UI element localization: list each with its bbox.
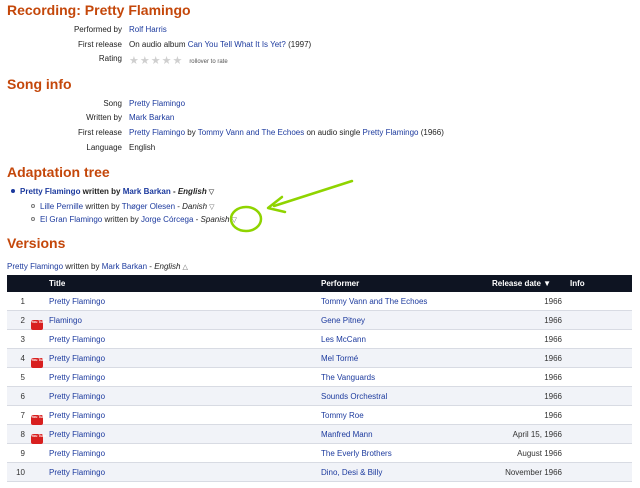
table-row: 1 Pretty Flamingo Tommy Vann and The Echoe… bbox=[7, 292, 632, 311]
version-title-link[interactable]: Pretty Flamingo bbox=[49, 392, 105, 401]
version-title-link[interactable]: Pretty Flamingo bbox=[49, 430, 105, 439]
versions-heading: Versions bbox=[7, 235, 66, 251]
filter-title[interactable]: Pretty Flamingo bbox=[7, 262, 63, 271]
version-performer-link[interactable]: Les McCann bbox=[321, 335, 366, 344]
version-performer-link[interactable]: Gene Pitney bbox=[321, 316, 365, 325]
column-title[interactable]: Title bbox=[49, 279, 65, 288]
youtube-icon[interactable]: You Tube bbox=[31, 315, 46, 330]
row-number: 2 bbox=[20, 316, 25, 325]
table-row: 3 Pretty Flamingo Les McCann 1966 bbox=[7, 330, 632, 349]
version-release-date: 1966 bbox=[544, 354, 562, 363]
row-number: 4 bbox=[20, 354, 25, 363]
version-release-date: August 1966 bbox=[517, 449, 562, 458]
version-performer-link[interactable]: Sounds Orchestral bbox=[321, 392, 387, 401]
version-performer-link[interactable]: Manfred Mann bbox=[321, 430, 373, 439]
version-release-date: 1966 bbox=[544, 411, 562, 420]
row-number: 6 bbox=[20, 392, 25, 401]
version-release-date: 1966 bbox=[544, 392, 562, 401]
version-performer-link[interactable]: The Vanguards bbox=[321, 373, 375, 382]
row-number: 3 bbox=[20, 335, 25, 344]
sort-down-icon: ▼ bbox=[543, 279, 552, 288]
row-number: 9 bbox=[20, 449, 25, 458]
version-performer-link[interactable]: The Everly Brothers bbox=[321, 449, 392, 458]
filter-lang: English bbox=[154, 262, 181, 271]
table-row: 8 You Tube Pretty Flamingo Manfred Mann Apri… bbox=[7, 425, 632, 444]
version-release-date: 1966 bbox=[544, 297, 562, 306]
version-release-date: November 1966 bbox=[505, 468, 562, 477]
row-number: 1 bbox=[20, 297, 25, 306]
table-body: 1 Pretty Flamingo Tommy Vann and The Echoe… bbox=[7, 292, 632, 488]
row-number: 5 bbox=[20, 373, 25, 382]
table-row: 6 Pretty Flamingo Sounds Orchestral 1966 bbox=[7, 387, 632, 406]
version-release-date: April 15, 1966 bbox=[512, 430, 562, 439]
version-performer-link[interactable]: Mel Tormé bbox=[321, 354, 358, 363]
version-title-link[interactable]: Pretty Flamingo bbox=[49, 335, 105, 344]
version-performer-link[interactable]: Tommy Vann and The Echoes bbox=[321, 297, 427, 306]
youtube-icon[interactable]: You Tube bbox=[31, 353, 46, 368]
table-row: 5 Pretty Flamingo The Vanguards 1966 bbox=[7, 368, 632, 387]
version-title-link[interactable]: Pretty Flamingo bbox=[49, 354, 105, 363]
filter-by: written by bbox=[63, 262, 102, 271]
table-header: Title Performer Release date ▼ Info bbox=[7, 275, 632, 292]
versions-filter: Pretty Flamingo written by Mark Barkan -… bbox=[7, 262, 188, 271]
version-performer-link[interactable]: Dino, Desi & Billy bbox=[321, 468, 382, 477]
table-row: 10 Pretty Flamingo Dino, Desi & Billy Novem… bbox=[7, 463, 632, 482]
table-row: 7 You Tube Pretty Flamingo Tommy Roe 1966 bbox=[7, 406, 632, 425]
column-release-date[interactable]: Release date ▼ bbox=[492, 279, 551, 288]
version-release-date: 1966 bbox=[544, 373, 562, 382]
table-row: 2 You Tube Flamingo Gene Pitney 1966 bbox=[7, 311, 632, 330]
youtube-icon[interactable]: You Tube bbox=[31, 429, 46, 444]
column-info: Info bbox=[570, 279, 585, 288]
youtube-icon[interactable]: You Tube bbox=[31, 410, 46, 425]
version-performer-link[interactable]: Tommy Roe bbox=[321, 411, 364, 420]
release-date-label: Release date bbox=[492, 279, 541, 288]
version-title-link[interactable]: Pretty Flamingo bbox=[49, 411, 105, 420]
column-performer[interactable]: Performer bbox=[321, 279, 359, 288]
version-title-link[interactable]: Pretty Flamingo bbox=[49, 297, 105, 306]
row-number: 7 bbox=[20, 411, 25, 420]
triangle-up-icon[interactable]: △ bbox=[182, 263, 187, 271]
version-title-link[interactable]: Pretty Flamingo bbox=[49, 468, 105, 477]
row-number: 10 bbox=[16, 468, 25, 477]
table-row: 9 Pretty Flamingo The Everly Brothers Augus… bbox=[7, 444, 632, 463]
version-title-link[interactable]: Pretty Flamingo bbox=[49, 449, 105, 458]
versions-table: Title Performer Release date ▼ Info 1 Pre… bbox=[7, 275, 632, 488]
version-title-link[interactable]: Pretty Flamingo bbox=[49, 373, 105, 382]
table-row: 11Pretty FlamingoGerry and the Pacemaker… bbox=[7, 482, 632, 488]
table-row: 4 You Tube Pretty Flamingo Mel Tormé 1966 bbox=[7, 349, 632, 368]
version-release-date: 1966 bbox=[544, 316, 562, 325]
filter-author[interactable]: Mark Barkan bbox=[102, 262, 147, 271]
row-number: 8 bbox=[20, 430, 25, 439]
version-title-link[interactable]: Flamingo bbox=[49, 316, 82, 325]
version-release-date: 1966 bbox=[544, 335, 562, 344]
